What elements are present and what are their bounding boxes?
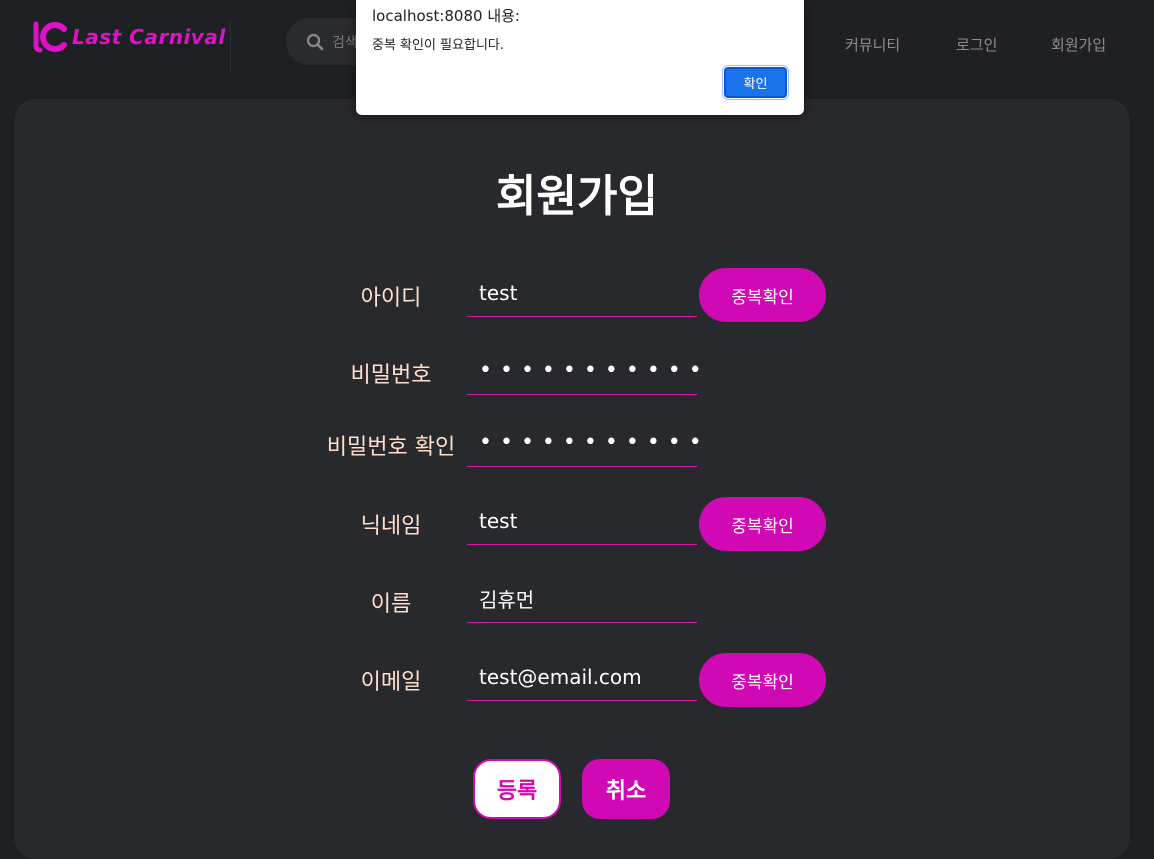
cancel-button[interactable]: 취소 [582, 759, 670, 819]
dialog-ok-button[interactable]: 확인 [722, 65, 789, 100]
name-input[interactable]: 김휴먼 [467, 575, 697, 623]
password-confirm-input[interactable]: ••••••••••• [467, 419, 702, 467]
header-divider [230, 20, 231, 72]
id-input[interactable]: test [467, 269, 697, 317]
logo-icon [33, 21, 67, 53]
logo[interactable]: Last Carnival [30, 20, 226, 54]
password-confirm-label: 비밀번호 확인 [326, 435, 456, 460]
dialog-message: 중복 확인이 필요합니다. [372, 38, 504, 53]
alert-dialog: localhost:8080 내용: 중복 확인이 필요합니다. 확인 [356, 0, 804, 115]
email-label: 이메일 [360, 670, 422, 695]
nav-community-link[interactable]: 커뮤니티 [845, 34, 900, 55]
logo-text: Last Carnival [72, 25, 226, 49]
nickname-input[interactable]: test [467, 497, 697, 545]
nickname-label: 닉네임 [360, 514, 422, 539]
nav-login-link[interactable]: 로그인 [956, 34, 997, 55]
id-duplicate-check-button[interactable]: 중복확인 [699, 268, 826, 322]
submit-button[interactable]: 등록 [473, 759, 561, 819]
password-label: 비밀번호 [350, 363, 432, 388]
search-input[interactable]: 검색 [332, 32, 358, 52]
id-label: 아이디 [360, 286, 422, 311]
name-label: 이름 [370, 592, 412, 617]
nickname-duplicate-check-button[interactable]: 중복확인 [699, 497, 826, 551]
email-input[interactable]: test@email.com [467, 653, 697, 701]
password-input[interactable]: ••••••••••• [467, 347, 702, 395]
dialog-title: localhost:8080 내용: [372, 7, 520, 25]
nav-signup-link[interactable]: 회원가입 [1051, 34, 1106, 55]
page-title: 회원가입 [496, 171, 658, 222]
email-duplicate-check-button[interactable]: 중복확인 [699, 653, 826, 707]
search-icon [306, 33, 324, 50]
